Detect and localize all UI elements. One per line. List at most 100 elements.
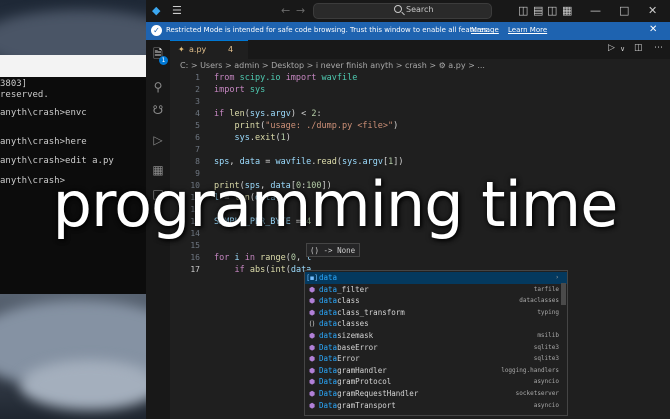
manage-link[interactable]: Manage [471,26,499,34]
symbol-kind-icon: ⬢ [308,285,316,294]
suggestion-detail: asyncio [533,401,559,409]
suggestion-item[interactable]: ⬢ DataError sqlite3 [305,353,567,365]
code-line: from scipy.io import wavfile [214,73,358,83]
symbol-kind-icon: ⬢ [308,401,316,410]
suggestion-detail: logging.handlers [501,366,559,374]
suggestion-label: DatagramProtocol [319,377,392,387]
layout-secondary-icon[interactable]: ◫ [547,3,557,19]
search-placeholder: Search [406,5,434,14]
suggestion-item[interactable]: ⬢ DatabaseError sqlite3 [305,342,567,354]
suggestion-label: DatagramHandler [319,365,387,375]
symbol-kind-icon: ⬢ [308,308,316,317]
symbol-kind-icon: ⬢ [308,343,316,352]
line-number: 2 [195,85,200,94]
suggestion-label: dataclasses [319,319,369,329]
suggestion-item[interactable]: ⬢ dataclass_transform typing [305,307,567,319]
close-window-icon[interactable]: ✕ [648,3,657,19]
symbol-kind-icon: ⬢ [308,390,316,398]
maximize-icon[interactable]: □ [619,3,629,19]
source-control-icon[interactable]: ☋ [151,103,165,117]
code-line: sys.exit(1) [234,133,291,143]
suggestion-item[interactable]: ⬢ DatagramHandler logging.handlers [305,365,567,377]
suggestion-label: DataError [319,354,360,364]
line-number: 6 [195,133,200,142]
symbol-kind-icon: [▪] [307,274,318,282]
minimize-icon[interactable]: — [590,3,601,19]
symbol-kind-icon: ⬢ [308,366,316,375]
menu-icon[interactable]: ☰ [172,3,182,19]
console-line: anyth\crash>here [0,137,87,147]
suggestion-label: DatabaseError [319,342,378,352]
layout-sidebar-icon[interactable]: ◫ [518,3,528,19]
breadcrumb[interactable]: C: > Users > admin > Desktop > i never f… [180,61,485,70]
suggestion-item[interactable]: ⬢ DatagramRequestHandler socketserver [305,388,567,400]
suggestion-detail: socketserver [515,390,559,397]
suggestion-label: data_filter [319,284,369,294]
split-editor-icon[interactable]: ◫ [634,43,643,53]
tab-problem-count: 4 [228,45,234,54]
suggestion-detail: sqlite3 [533,355,559,363]
notification-badge: 1 [159,56,168,65]
suggestion-item[interactable]: [▪] data › [305,272,567,284]
suggestion-scrollbar[interactable] [561,283,566,305]
line-number: 1 [195,73,200,82]
more-actions-icon[interactable]: ⋯ [654,43,663,53]
code-line: for i in range(0, l [214,253,312,263]
console-line: 3803] [0,79,28,89]
symbol-kind-icon: ⬢ [308,355,316,364]
console-window-header [0,55,146,77]
suggestion-detail: msilib [537,332,559,339]
search-icon[interactable]: ⚲ [151,80,165,94]
suggestion-item[interactable]: ⬢ DatagramProtocol asyncio [305,376,567,388]
command-center-search[interactable]: Search [313,3,492,19]
tab-bar: ✦ a.py 4 ▷ ∨ ◫ ⋯ [170,40,670,59]
tab-label: a.py [189,45,207,54]
line-number: 5 [195,121,200,130]
run-debug-icon[interactable]: ▷ [151,133,165,147]
line-number: 15 [190,241,200,250]
tab-a-py[interactable]: ✦ a.py 4 [170,40,248,59]
banner-message: Restricted Mode is intended for safe cod… [166,26,490,34]
signature-hint: () -> None [306,243,360,257]
suggestion-item[interactable]: ⬢ datasizemask msilib [305,330,567,342]
line-number: 17 [190,265,200,274]
suggestion-widget[interactable]: [▪] data › ⬢ data_filter tarfile ⬢ dataclass dat… [304,270,568,416]
close-icon[interactable]: ✕ [649,24,657,35]
suggestion-detail: typing [537,308,559,316]
code-line: if abs(int(data [234,265,312,275]
suggestion-label: dataclass_transform [319,307,405,317]
suggestion-label: data [319,273,338,282]
run-python-icon[interactable]: ▷ [608,43,615,53]
console-line: anyth\crash>envc [0,108,87,118]
back-arrow-icon[interactable]: ← [281,3,290,19]
suggestion-detail: › [555,274,559,281]
suggestion-item[interactable]: ⬢ dataclass dataclasses [305,295,567,307]
console-line: reserved. [0,90,49,100]
forward-arrow-icon[interactable]: → [296,3,305,19]
suggestion-item[interactable]: ⬢ DatagramTransport asyncio [305,400,567,412]
line-number: 8 [195,157,200,166]
layout-panel-icon[interactable]: ▤ [533,3,543,19]
search-icon [394,5,402,13]
line-number: 3 [195,97,200,106]
customize-layout-icon[interactable]: ▦ [562,3,572,19]
vscode-logo-icon: ◆ [152,4,161,17]
line-number: 16 [190,253,200,262]
code-line: if len(sys.argv) < 2: [214,109,322,119]
run-dropdown-icon[interactable]: ∨ [620,45,625,53]
suggestion-item[interactable]: ⬢ data_filter tarfile [305,284,567,296]
code-line: sps, data = wavfile.read(sys.argv[1]) [214,157,404,167]
symbol-kind-icon: ⬢ [308,332,316,340]
suggestion-item[interactable]: () dataclasses [305,318,567,330]
suggestion-label: dataclass [319,296,360,306]
code-line: print("usage: ./dump.py <file>") [234,121,399,131]
line-number: 4 [195,109,200,118]
symbol-kind-icon: () [309,320,315,329]
suggestion-detail: tarfile [533,285,559,293]
title-bar: ◆ ☰ ← → Search ◫ ▤ ◫ ▦ — □ ✕ [146,0,670,22]
suggestion-label: datasizemask [319,331,374,340]
learn-more-link[interactable]: Learn More [508,26,547,34]
suggestion-label: DatagramTransport [319,400,396,410]
suggestion-detail: sqlite3 [533,343,559,351]
overlay-caption: programming time [52,168,619,241]
